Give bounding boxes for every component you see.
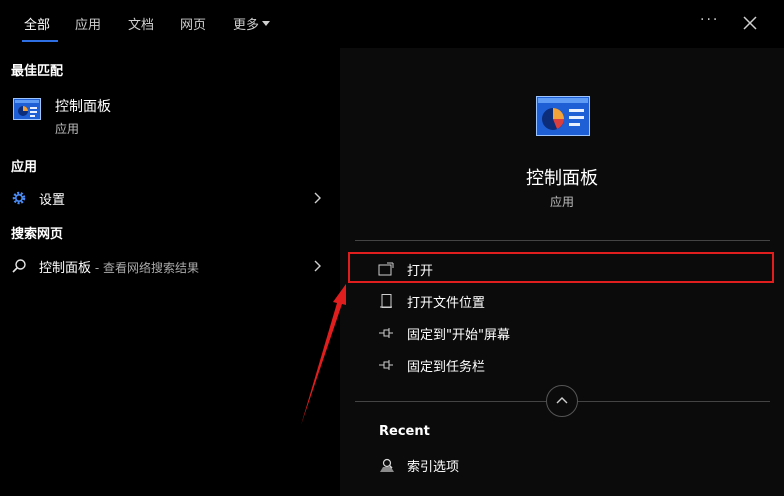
web-search-query: 控制面板 <box>39 261 92 276</box>
settings-item[interactable]: 设置 <box>0 183 340 213</box>
pin-icon <box>379 328 393 338</box>
search-icon <box>12 259 26 273</box>
chevron-right-icon[interactable] <box>312 259 322 273</box>
active-tab-indicator <box>22 40 58 42</box>
chevron-right-icon[interactable] <box>312 191 322 205</box>
more-options-icon[interactable]: ··· <box>700 12 719 28</box>
pin-to-taskbar-label: 固定到任务栏 <box>407 360 486 375</box>
chevron-up-icon <box>556 397 568 404</box>
open-label: 打开 <box>407 264 434 279</box>
pin-to-start-label: 固定到"开始"屏幕 <box>407 328 510 343</box>
chevron-down-icon[interactable] <box>262 21 270 26</box>
tab-documents[interactable]: 文档 <box>128 14 154 33</box>
web-search-item[interactable]: 控制面板 - 查看网络搜索结果 <box>0 251 340 281</box>
tab-all[interactable]: 全部 <box>24 14 50 33</box>
control-panel-icon <box>13 98 41 120</box>
best-match-heading: 最佳匹配 <box>11 64 64 79</box>
results-list: 最佳匹配 控制面板 应用 应用 设置 搜索网页 控制面板 - 查看网络搜索结果 <box>0 48 340 496</box>
pin-icon <box>379 360 393 370</box>
web-search-suffix: - 查看网络搜索结果 <box>91 261 199 275</box>
pin-to-taskbar-action[interactable]: 固定到任务栏 <box>350 350 774 380</box>
open-file-location-action[interactable]: 打开文件位置 <box>350 286 774 316</box>
recent-heading: Recent <box>379 424 430 439</box>
close-icon[interactable] <box>741 14 759 32</box>
settings-label: 设置 <box>39 193 66 208</box>
tab-apps[interactable]: 应用 <box>75 14 101 33</box>
open-icon <box>378 262 394 276</box>
control-panel-icon <box>536 96 590 136</box>
tab-web[interactable]: 网页 <box>180 14 206 33</box>
file-location-icon <box>380 294 392 308</box>
open-file-location-label: 打开文件位置 <box>407 296 486 311</box>
open-action[interactable]: 打开 <box>350 254 774 284</box>
indexing-icon <box>380 458 394 472</box>
recent-item[interactable]: 索引选项 <box>350 450 774 480</box>
detail-title: 控制面板 <box>526 168 598 189</box>
best-match-item[interactable]: 控制面板 应用 <box>0 90 340 140</box>
pin-to-start-action[interactable]: 固定到"开始"屏幕 <box>350 318 774 348</box>
gear-icon <box>12 191 26 205</box>
collapse-button[interactable] <box>546 385 578 417</box>
best-match-subtitle: 应用 <box>55 122 80 136</box>
web-search-label: 控制面板 - 查看网络搜索结果 <box>39 257 199 276</box>
recent-item-label: 索引选项 <box>407 460 460 475</box>
apps-heading: 应用 <box>11 160 38 175</box>
best-match-title: 控制面板 <box>55 99 111 115</box>
divider <box>355 240 770 241</box>
detail-subtitle: 应用 <box>549 195 574 209</box>
tab-more[interactable]: 更多 <box>233 14 259 33</box>
search-tabs-bar: 全部 应用 文档 网页 更多 ··· <box>0 0 784 48</box>
detail-pane: 控制面板 应用 打开 打开文件位置 固定到"开始"屏幕 固定到任务栏 Recen… <box>340 48 784 496</box>
web-search-heading: 搜索网页 <box>11 227 64 242</box>
